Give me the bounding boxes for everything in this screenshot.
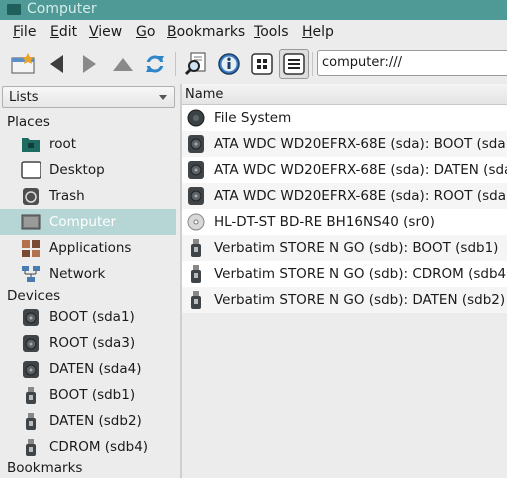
place-applications[interactable]: Applications (0, 235, 176, 261)
place-root[interactable]: root (0, 131, 176, 157)
menu-view[interactable]: View (89, 24, 122, 40)
applications-icon (22, 240, 40, 257)
menu-bookmarks[interactable]: Bookmarks (167, 24, 245, 40)
trash-icon (23, 188, 39, 205)
detailed-view-button[interactable] (279, 49, 309, 79)
place-desktop[interactable]: Desktop (0, 157, 176, 183)
forward-icon (83, 55, 96, 73)
device-boot-sda1[interactable]: BOOT (sda1) (0, 304, 176, 330)
up-icon (113, 58, 133, 71)
hard-disk-icon (23, 309, 39, 326)
toolbar-separator (312, 52, 313, 76)
forward-button[interactable] (74, 49, 104, 79)
device-daten-sda4[interactable]: DATEN (sda4) (0, 356, 176, 382)
folder-icon (7, 4, 21, 15)
new-tab-button[interactable] (8, 49, 38, 79)
list-item[interactable]: ATA WDC WD20EFRX-68E (sda): DATEN (sda4) (182, 157, 507, 183)
side-pane-mode-combo[interactable]: Lists (2, 86, 175, 108)
places-header: Places (7, 114, 50, 130)
new-tab-icon (11, 53, 35, 74)
menu-tools[interactable]: Tools (254, 24, 289, 40)
hard-disk-icon (23, 361, 39, 378)
list-item[interactable]: File System (182, 105, 507, 131)
place-computer[interactable]: Computer (0, 209, 176, 235)
hard-disk-icon (188, 187, 204, 205)
list-item[interactable]: HL-DT-ST BD-RE BH16NS40 (sr0) (182, 209, 507, 235)
properties-icon (218, 53, 240, 75)
optical-drive-icon (187, 213, 205, 231)
title-bar: Computer (0, 0, 507, 20)
side-pane: Lists Places root Desktop Trash Computer… (0, 84, 180, 478)
list-item[interactable]: Verbatim STORE N GO (sdb): DATEN (sdb2) (182, 287, 507, 313)
usb-drive-icon (191, 239, 201, 257)
list-item[interactable]: Verbatim STORE N GO (sdb): BOOT (sdb1) (182, 235, 507, 261)
menu-help[interactable]: Help (302, 24, 334, 40)
icon-view-button[interactable] (247, 49, 277, 79)
menu-bar: File Edit View Go Bookmarks Tools Help (0, 20, 507, 44)
location-bar[interactable]: computer:/// (317, 50, 507, 76)
place-trash[interactable]: Trash (0, 183, 176, 209)
file-list: Name File System ATA WDC WD20EFRX-68E (s… (182, 84, 507, 478)
back-icon (50, 55, 63, 73)
usb-drive-icon (191, 265, 201, 283)
chevron-down-icon (159, 95, 167, 100)
desktop-icon (21, 161, 41, 179)
device-daten-sdb2[interactable]: DATEN (sdb2) (0, 408, 176, 434)
usb-drive-icon (26, 413, 36, 430)
column-header-name[interactable]: Name (182, 84, 507, 105)
combo-label: Lists (9, 90, 39, 105)
list-item[interactable]: ATA WDC WD20EFRX-68E (sda): BOOT (sda1) (182, 131, 507, 157)
menu-edit[interactable]: Edit (50, 24, 77, 40)
up-button[interactable] (108, 49, 138, 79)
usb-drive-icon (191, 291, 201, 309)
hard-disk-icon (188, 161, 204, 179)
device-boot-sdb1[interactable]: BOOT (sdb1) (0, 382, 176, 408)
computer-icon (21, 214, 41, 230)
reload-button[interactable] (140, 49, 170, 79)
file-system-icon (187, 109, 205, 127)
network-icon (22, 266, 40, 282)
properties-button[interactable] (214, 49, 244, 79)
icon-view-icon (251, 53, 273, 75)
list-item[interactable]: ATA WDC WD20EFRX-68E (sda): ROOT (sda3) (182, 183, 507, 209)
toolbar-separator (175, 52, 176, 76)
detailed-view-icon (283, 53, 305, 75)
devices-header: Devices (7, 288, 61, 304)
device-root-sda3[interactable]: ROOT (sda3) (0, 330, 176, 356)
list-item[interactable]: Verbatim STORE N GO (sdb): CDROM (sdb4) (182, 261, 507, 287)
device-cdrom-sdb4[interactable]: CDROM (sdb4) (0, 434, 176, 460)
place-network[interactable]: Network (0, 261, 176, 287)
reload-icon (144, 55, 166, 73)
bookmarks-header: Bookmarks (7, 460, 83, 476)
search-icon (185, 52, 206, 76)
hard-disk-icon (23, 335, 39, 352)
menu-file[interactable]: File (13, 24, 36, 40)
search-button[interactable] (182, 49, 212, 79)
usb-drive-icon (26, 439, 36, 456)
usb-drive-icon (26, 387, 36, 404)
window-title: Computer (27, 1, 97, 17)
menu-go[interactable]: Go (136, 24, 155, 40)
home-folder-icon (22, 138, 40, 152)
back-button[interactable] (42, 49, 72, 79)
hard-disk-icon (188, 135, 204, 153)
